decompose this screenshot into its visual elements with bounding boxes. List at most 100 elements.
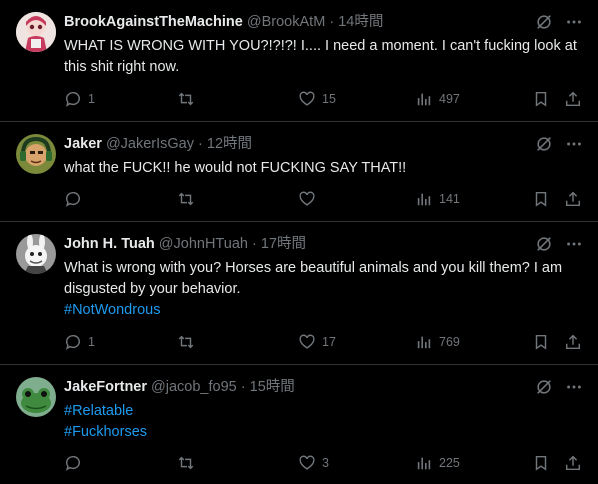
avatar[interactable]	[16, 134, 56, 174]
grok-icon[interactable]	[534, 377, 554, 397]
user-handle[interactable]: @BrookAtM	[247, 14, 325, 30]
timestamp[interactable]: 14時間	[338, 14, 383, 30]
views-button[interactable]: 497	[415, 90, 460, 108]
reply-count: 1	[88, 92, 95, 106]
reply-count: 1	[88, 335, 95, 349]
bookmark-button[interactable]	[532, 190, 550, 208]
display-name[interactable]: BrookAgainstTheMachine	[64, 14, 243, 30]
share-button[interactable]	[564, 333, 582, 351]
reply-icon	[65, 455, 80, 471]
reply-button[interactable]	[64, 454, 88, 472]
avatar[interactable]	[16, 377, 56, 417]
views-button[interactable]: 141	[415, 190, 460, 208]
action-bar: 3 225	[64, 454, 584, 474]
views-button[interactable]: 769	[415, 333, 460, 351]
grok-icon[interactable]	[534, 134, 554, 154]
tweet-header: JakeFortner @jacob_fo95 · 15時間	[64, 378, 295, 396]
heart-icon	[299, 455, 315, 470]
tweet[interactable]: JakeFortner @jacob_fo95 · 15時間 #Relatabl…	[0, 365, 598, 484]
reply-button[interactable]: 1	[64, 90, 95, 108]
hashtag-link[interactable]: #Relatable	[64, 401, 584, 422]
share-icon	[565, 455, 581, 471]
tweet-header: BrookAgainstTheMachine @BrookAtM · 14時間	[64, 13, 383, 31]
grok-icon[interactable]	[534, 234, 554, 254]
reply-icon	[65, 191, 80, 207]
retweet-button[interactable]	[177, 90, 201, 108]
views-icon	[417, 193, 431, 206]
more-options-icon[interactable]	[564, 377, 584, 397]
avatar[interactable]	[16, 12, 56, 52]
action-bar: 141	[64, 190, 584, 210]
grok-icon[interactable]	[534, 12, 554, 32]
retweet-icon	[178, 92, 194, 106]
like-button[interactable]: 17	[298, 333, 336, 351]
share-button[interactable]	[564, 90, 582, 108]
more-options-icon[interactable]	[564, 12, 584, 32]
hashtag-link[interactable]: #NotWondrous	[64, 300, 584, 321]
reply-icon	[65, 91, 80, 107]
user-handle[interactable]: @jacob_fo95	[151, 379, 237, 395]
view-count: 497	[439, 92, 460, 106]
views-button[interactable]: 225	[415, 454, 460, 472]
view-count: 141	[439, 192, 460, 206]
bookmark-icon	[535, 191, 547, 207]
timestamp[interactable]: 17時間	[261, 236, 306, 252]
bookmark-icon	[535, 334, 547, 350]
retweet-button[interactable]	[177, 190, 201, 208]
user-handle[interactable]: @JohnHTuah	[159, 236, 248, 252]
tweet-header: John H. Tuah @JohnHTuah · 17時間	[64, 235, 306, 253]
heart-icon	[299, 191, 315, 206]
views-icon	[417, 457, 431, 470]
heart-icon	[299, 91, 315, 106]
separator-dot: ·	[240, 379, 246, 395]
display-name[interactable]: John H. Tuah	[64, 236, 155, 252]
share-button[interactable]	[564, 190, 582, 208]
user-handle[interactable]: @JakerIsGay	[106, 136, 194, 152]
more-options-icon[interactable]	[564, 134, 584, 154]
retweet-icon	[178, 335, 194, 349]
like-button[interactable]	[298, 190, 322, 208]
bookmark-button[interactable]	[532, 333, 550, 351]
reply-button[interactable]	[64, 190, 88, 208]
avatar[interactable]	[16, 234, 56, 274]
display-name[interactable]: Jaker	[64, 136, 102, 152]
like-button[interactable]: 3	[298, 454, 329, 472]
bookmark-icon	[535, 91, 547, 107]
retweet-icon	[178, 192, 194, 206]
reply-button[interactable]: 1	[64, 333, 95, 351]
tweet-body: What is wrong with you? Horses are beaut…	[64, 258, 584, 321]
tweet[interactable]: John H. Tuah @JohnHTuah · 17時間 What is w…	[0, 222, 598, 365]
tweet[interactable]: Jaker @JakerIsGay · 12時間 what the FUCK!!…	[0, 122, 598, 222]
heart-icon	[299, 334, 315, 349]
retweet-button[interactable]	[177, 333, 201, 351]
bookmark-button[interactable]	[532, 90, 550, 108]
tweet-body: #Relatable #Fuckhorses	[64, 401, 584, 443]
bookmark-button[interactable]	[532, 454, 550, 472]
action-bar: 1 15 497	[64, 90, 584, 110]
share-icon	[565, 334, 581, 350]
tweet-text: What is wrong with you? Horses are beaut…	[64, 260, 563, 297]
bookmark-icon	[535, 455, 547, 471]
hashtag-link[interactable]: #Fuckhorses	[64, 422, 584, 443]
views-icon	[417, 93, 431, 106]
tweet-header: Jaker @JakerIsGay · 12時間	[64, 135, 252, 153]
retweet-button[interactable]	[177, 454, 201, 472]
views-icon	[417, 336, 431, 349]
tweet[interactable]: BrookAgainstTheMachine @BrookAtM · 14時間 …	[0, 0, 598, 122]
display-name[interactable]: JakeFortner	[64, 379, 147, 395]
separator-dot: ·	[329, 14, 335, 30]
share-icon	[565, 91, 581, 107]
like-count: 3	[322, 456, 329, 470]
timestamp[interactable]: 15時間	[250, 379, 295, 395]
more-options-icon[interactable]	[564, 234, 584, 254]
like-button[interactable]: 15	[298, 90, 336, 108]
share-button[interactable]	[564, 454, 582, 472]
timestamp[interactable]: 12時間	[207, 136, 252, 152]
tweet-text: what the FUCK!! he would not FUCKING SAY…	[64, 160, 407, 176]
separator-dot: ·	[198, 136, 203, 152]
view-count: 225	[439, 456, 460, 470]
share-icon	[565, 191, 581, 207]
like-count: 15	[322, 92, 336, 106]
action-bar: 1 17 769	[64, 333, 584, 353]
like-count: 17	[322, 335, 336, 349]
